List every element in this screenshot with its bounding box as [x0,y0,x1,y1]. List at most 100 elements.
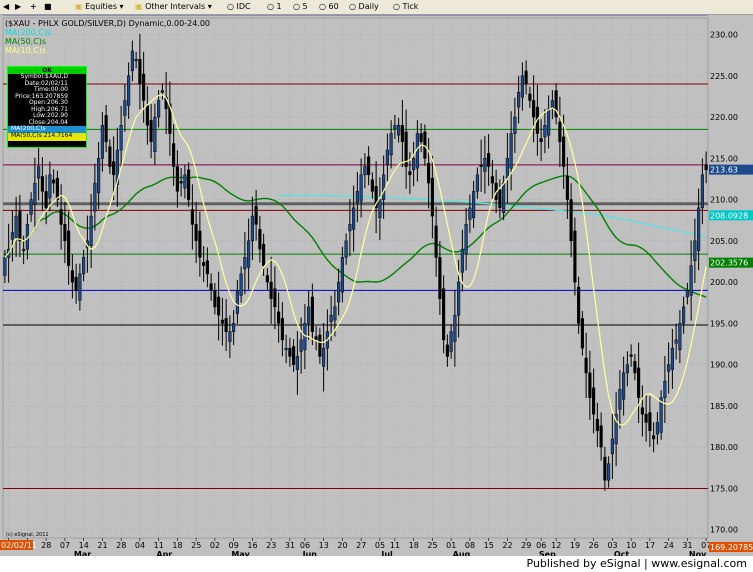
candle-body[interactable] [340,257,344,293]
candle-body[interactable] [367,156,371,176]
toolbar-item-60[interactable]: ○ 60 [319,0,339,14]
candle-body[interactable] [14,215,18,238]
candle-body[interactable] [299,339,303,352]
candle-body[interactable] [153,116,157,152]
candle-body[interactable] [427,163,431,184]
candle-body[interactable] [397,125,401,136]
candle-body[interactable] [393,125,397,129]
candle-body[interactable] [577,286,581,324]
candle-body[interactable] [63,224,67,242]
candle-body[interactable] [618,389,622,410]
candle-body[interactable] [457,281,461,316]
candle-body[interactable] [389,133,393,156]
candle-body[interactable] [112,161,116,176]
candle-body[interactable] [509,133,513,169]
candle-body[interactable] [337,281,341,303]
candle-body[interactable] [239,273,243,296]
candle-body[interactable] [408,171,412,176]
candle-body[interactable] [228,331,232,342]
candle-body[interactable] [78,273,82,301]
candle-body[interactable] [194,224,198,242]
candle-body[interactable] [52,179,56,184]
candle-body[interactable] [610,438,614,455]
candle-body[interactable] [172,143,176,167]
candle-body[interactable] [318,334,322,357]
candle-body[interactable] [213,290,217,308]
candle-body[interactable] [442,288,446,341]
candle-body[interactable] [652,435,656,440]
candle-body[interactable] [314,336,318,341]
stop-icon[interactable]: ■ [44,0,52,14]
candle-body[interactable] [412,158,416,171]
candle-body[interactable] [262,243,266,266]
candle-body[interactable] [663,380,667,398]
candle-body[interactable] [385,149,389,166]
toolbar-item-daily[interactable]: ○ Daily [349,0,379,14]
candle-body[interactable] [217,296,221,316]
candle-body[interactable] [524,70,528,85]
candle-body[interactable] [565,176,569,200]
candle-body[interactable] [93,182,97,212]
candle-body[interactable] [460,248,464,273]
candle-body[interactable] [70,270,74,283]
published-by-text[interactable]: Published by eSignal | www.esignal.com [527,557,747,570]
candle-body[interactable] [659,397,663,433]
candle-body[interactable] [273,288,277,308]
candle-body[interactable] [100,125,104,159]
candle-body[interactable] [250,215,254,242]
candle-body[interactable] [243,257,247,270]
candle-body[interactable] [562,136,566,167]
candle-body[interactable] [528,93,532,101]
candle-body[interactable] [269,281,273,299]
candle-body[interactable] [108,146,112,167]
candle-body[interactable] [644,413,648,423]
candle-body[interactable] [603,456,607,481]
candle-body[interactable] [580,318,584,349]
candle-body[interactable] [430,177,434,217]
candle-body[interactable] [104,115,108,143]
candle-body[interactable] [29,199,33,215]
candle-body[interactable] [127,75,131,106]
candle-body[interactable] [584,357,588,374]
candle-body[interactable] [74,276,78,291]
candle-body[interactable] [475,174,479,192]
candle-body[interactable] [123,100,127,116]
candle-body[interactable] [179,181,183,184]
candle-body[interactable] [382,174,386,200]
candle-body[interactable] [588,372,592,398]
candle-body[interactable] [247,240,251,268]
candle-body[interactable] [543,125,547,138]
candle-body[interactable] [44,191,48,209]
candle-body[interactable] [517,92,521,108]
candle-body[interactable] [513,116,517,134]
candle-body[interactable] [434,225,438,258]
candle-body[interactable] [704,164,708,171]
candle-body[interactable] [235,290,239,314]
candle-body[interactable] [292,346,296,365]
candle-body[interactable] [655,422,659,435]
candle-body[interactable] [322,347,326,367]
candle-body[interactable] [258,229,262,250]
candle-body[interactable] [190,209,194,225]
candle-body[interactable] [134,59,138,62]
candle-body[interactable] [532,100,536,118]
candle-body[interactable] [10,232,14,240]
candle-body[interactable] [678,323,682,351]
candle-body[interactable] [198,230,202,258]
candle-body[interactable] [637,367,641,398]
candle-body[interactable] [445,344,449,357]
candle-body[interactable] [670,347,674,370]
candle-body[interactable] [490,176,494,184]
candle-body[interactable] [449,331,453,352]
candle-body[interactable] [89,215,93,247]
nav-left-icon[interactable]: ◀ [3,0,9,14]
candle-body[interactable] [674,339,678,344]
candle-body[interactable] [682,306,686,324]
candle-body[interactable] [689,265,693,296]
candle-body[interactable] [175,166,179,192]
candle-body[interactable] [520,75,524,98]
candle-body[interactable] [629,354,633,357]
candle-body[interactable] [224,318,228,332]
candle-body[interactable] [464,224,468,255]
candle-body[interactable] [625,364,629,374]
